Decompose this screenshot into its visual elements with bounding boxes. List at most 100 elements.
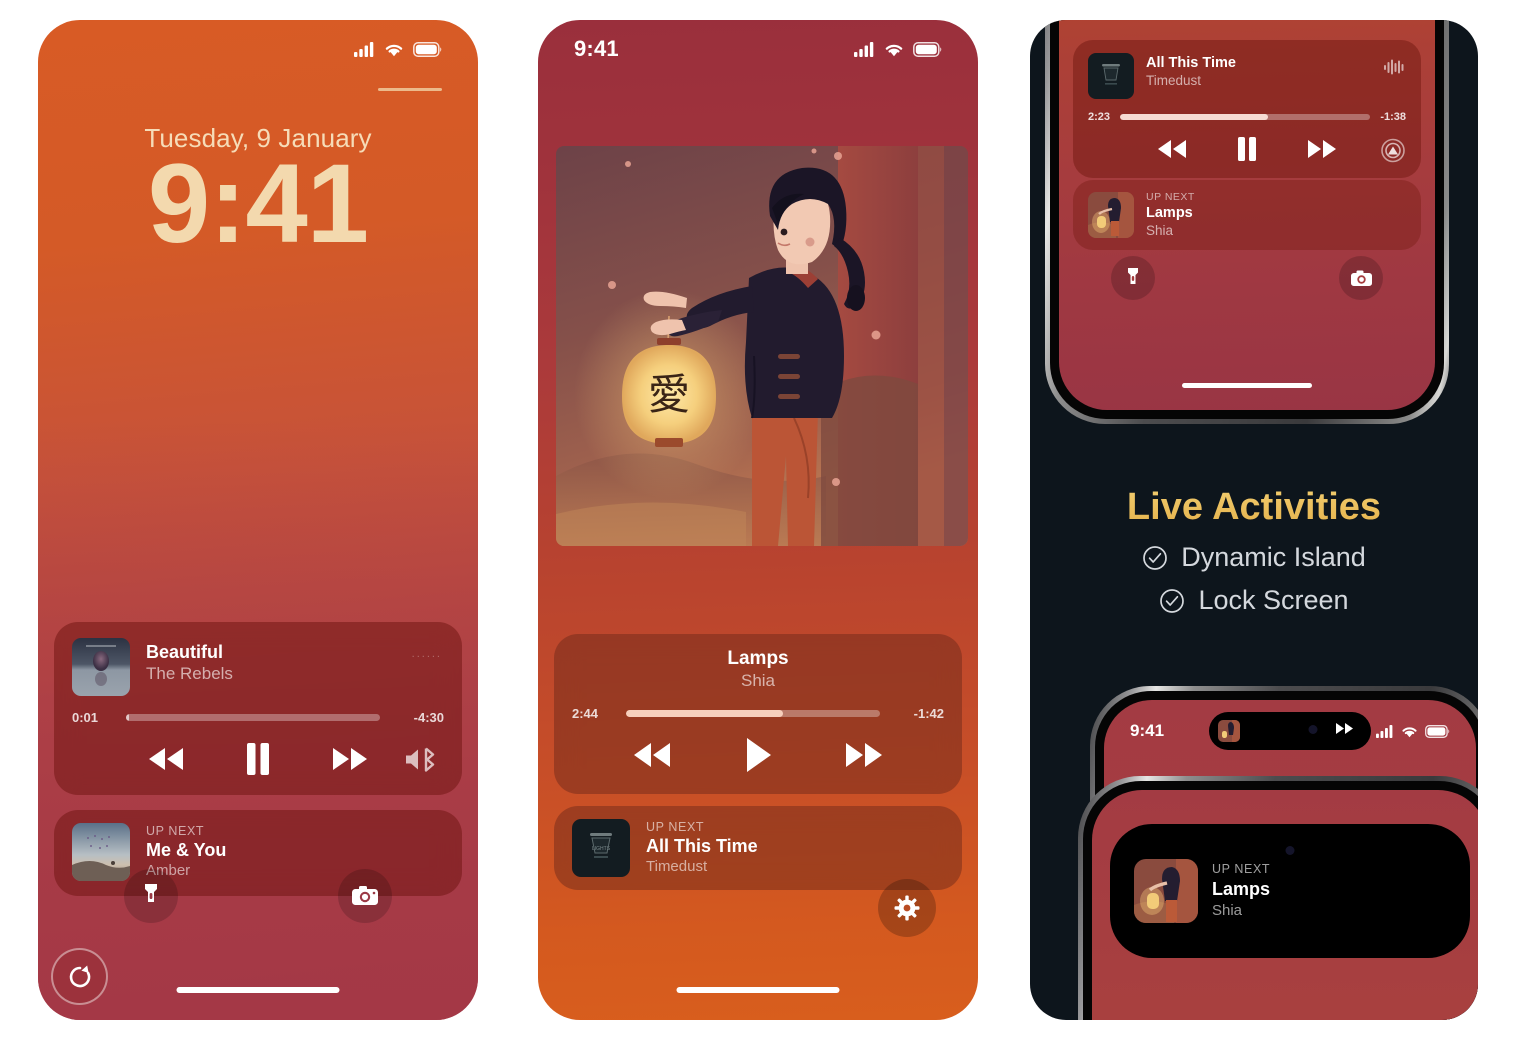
- device-frame: All This Time Timedust 2:23 -1:38 UP NEX…: [1045, 20, 1449, 424]
- battery-icon: [1425, 724, 1450, 738]
- remaining-time: -1:38: [1380, 111, 1406, 123]
- check-circle-icon: [1143, 545, 1168, 570]
- svg-text:LIGHTS: LIGHTS: [592, 846, 611, 852]
- dynamic-island-expanded[interactable]: UP NEXT Lamps Shia: [1110, 824, 1470, 958]
- up-next-label: UP NEXT: [1146, 191, 1195, 203]
- remaining-time: -4:30: [413, 710, 444, 725]
- cellular-signal-icon: [354, 41, 374, 57]
- airplay-button[interactable]: [1380, 136, 1406, 167]
- check-circle-icon: [1160, 588, 1185, 613]
- playback-progress[interactable]: 2:23 -1:38: [1088, 111, 1406, 123]
- up-next-artist: Shia: [1212, 902, 1243, 919]
- expanded-island-meta: UP NEXT Lamps Shia: [1212, 861, 1270, 921]
- feature-label: Dynamic Island: [1181, 542, 1366, 572]
- album-art-me-and-you: [72, 823, 130, 881]
- elapsed-time: 0:01: [72, 710, 99, 725]
- home-indicator: [1182, 383, 1312, 388]
- wifi-icon: [885, 44, 903, 56]
- transport-controls: [72, 742, 444, 781]
- track-artist: The Rebels: [146, 664, 233, 683]
- track-title: Beautiful: [146, 642, 224, 662]
- rewind-button[interactable]: [1154, 138, 1190, 165]
- up-next-label: UP NEXT: [646, 820, 705, 834]
- rewind-button[interactable]: [629, 740, 675, 775]
- camera-button[interactable]: [338, 869, 392, 923]
- up-next-widget[interactable]: UP NEXT Me & You Amber: [54, 810, 462, 896]
- progress-bar[interactable]: [1120, 114, 1371, 120]
- flashlight-button[interactable]: [124, 869, 178, 923]
- device-screen: All This Time Timedust 2:23 -1:38 UP NEX…: [1059, 20, 1435, 410]
- live-activities-section: Live Activities Dynamic Island Lock Scre…: [1030, 484, 1478, 616]
- up-next-title: Lamps: [1212, 879, 1271, 899]
- device-bezel: UP NEXT Lamps Shia: [1083, 781, 1478, 1020]
- progress-bar[interactable]: [126, 714, 380, 721]
- play-button[interactable]: [743, 737, 773, 778]
- wifi-icon: [385, 44, 403, 56]
- playback-progress[interactable]: 0:01 -4:30: [72, 710, 444, 725]
- up-next-artist: Shia: [1146, 223, 1174, 238]
- device-bezel: All This Time Timedust 2:23 -1:38 UP NEX…: [1050, 20, 1444, 419]
- settings-gear-button[interactable]: [878, 879, 936, 937]
- up-next-widget[interactable]: LIGHTS UP NEXT All This Time Timedust: [554, 806, 962, 890]
- album-art-beautiful: [72, 638, 130, 696]
- fast-forward-button[interactable]: [328, 745, 372, 778]
- now-playing-header: Beautiful The Rebels ......: [72, 638, 444, 696]
- progress-bar[interactable]: [626, 710, 880, 717]
- wifi-icon: [1402, 726, 1417, 737]
- pause-button[interactable]: [1236, 136, 1258, 167]
- track-artist: Timedust: [1146, 73, 1202, 88]
- status-bar: 9:41: [538, 20, 978, 78]
- home-indicator: [176, 987, 340, 993]
- screenshot-stage: Tuesday, 9 January 9:41 Beautiful The Re…: [0, 0, 1516, 1040]
- cellular-signal-icon: [854, 41, 874, 57]
- pause-button[interactable]: [244, 742, 272, 781]
- overflow-dots[interactable]: ......: [412, 648, 442, 660]
- up-next-meta: UP NEXT All This Time Timedust: [646, 819, 758, 877]
- lantern-character: 愛: [648, 370, 690, 419]
- replay-button[interactable]: [51, 948, 108, 1005]
- album-art-lamps: [1088, 192, 1134, 238]
- remaining-time: -1:42: [913, 706, 944, 721]
- status-time: 9:41: [574, 36, 619, 61]
- transport-controls: [572, 737, 944, 778]
- lantern-album-art: [1218, 720, 1240, 742]
- fast-forward-indicator: [1334, 722, 1356, 740]
- dynamic-island-compact[interactable]: [1209, 712, 1371, 750]
- section-heading: Live Activities: [1030, 484, 1478, 530]
- waveform-indicator: [1384, 59, 1406, 80]
- device-dynamic-island-expanded: UP NEXT Lamps Shia: [1078, 776, 1478, 1020]
- up-next-artist: Timedust: [646, 858, 708, 875]
- status-time: 9:41: [1130, 721, 1165, 740]
- camera-button[interactable]: [1339, 256, 1383, 300]
- album-art-all-this-time: [1088, 53, 1134, 99]
- lantern-illustration: 愛: [556, 146, 968, 546]
- elapsed-time: 2:44: [572, 706, 599, 721]
- fast-forward-button[interactable]: [1304, 138, 1340, 165]
- rewind-button[interactable]: [144, 745, 188, 778]
- now-playing-widget[interactable]: All This Time Timedust 2:23 -1:38: [1073, 40, 1421, 178]
- up-next-widget[interactable]: UP NEXT Lamps Shia: [1073, 180, 1421, 250]
- device-frame: UP NEXT Lamps Shia: [1078, 776, 1478, 1020]
- up-next-title: Lamps: [1146, 205, 1193, 221]
- lock-screen-clock: 9:41: [147, 141, 369, 266]
- feature-dynamic-island: Dynamic Island: [1030, 542, 1478, 573]
- bluetooth-audio-output-button[interactable]: [404, 744, 440, 779]
- status-bar-accent-underline: [378, 88, 442, 91]
- now-playing-widget[interactable]: Lamps Shia 2:44 -1:42: [554, 634, 962, 794]
- up-next-title: Me & You: [146, 840, 227, 860]
- now-playing-widget[interactable]: Beautiful The Rebels ...... 0:01 -4:30: [54, 622, 462, 795]
- battery-icon: [913, 41, 942, 57]
- home-indicator: [676, 987, 840, 993]
- album-art-all-this-time: LIGHTS: [572, 819, 630, 877]
- elapsed-time: 2:23: [1088, 111, 1111, 123]
- status-bar: [38, 20, 478, 78]
- device-screen: UP NEXT Lamps Shia: [1092, 790, 1478, 1020]
- transport-controls: [1088, 136, 1406, 167]
- track-meta: Beautiful The Rebels: [146, 638, 233, 685]
- flashlight-button[interactable]: [1111, 256, 1155, 300]
- panel-lock-screen-orange: Tuesday, 9 January 9:41 Beautiful The Re…: [38, 20, 478, 1020]
- track-artist: Shia: [740, 671, 776, 690]
- up-next-title: All This Time: [646, 836, 758, 856]
- playback-progress[interactable]: 2:44 -1:42: [572, 706, 944, 721]
- fast-forward-button[interactable]: [841, 740, 887, 775]
